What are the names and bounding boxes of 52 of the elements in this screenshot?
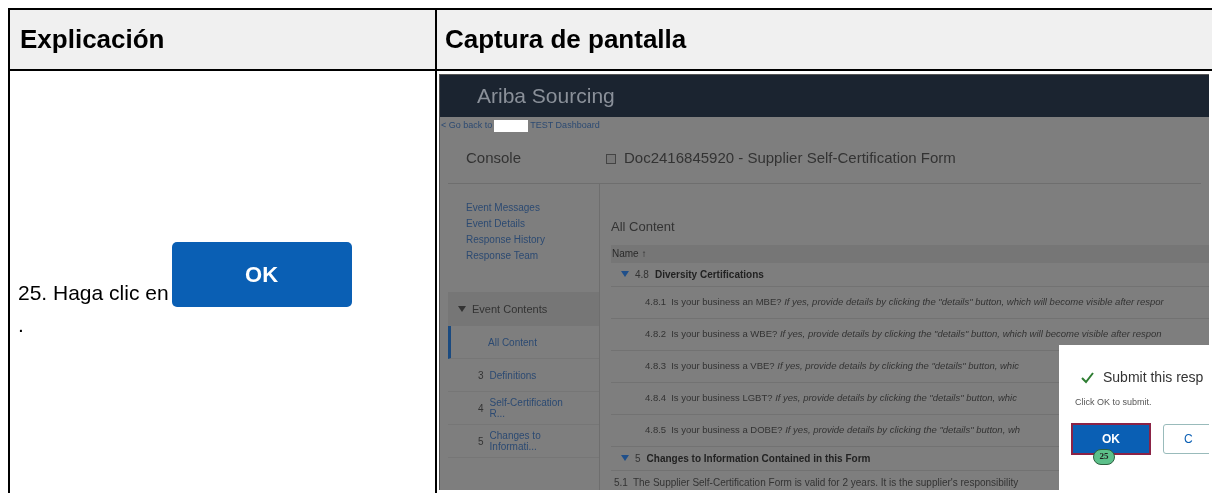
sidebar-link[interactable]: Event Messages [448,200,599,216]
document-title: Doc2416845920 - Supplier Self-Certification Form [624,148,956,169]
ok-button[interactable]: OK [171,241,352,307]
expanded-triangle-icon[interactable] [621,454,629,462]
expanded-triangle-icon[interactable] [621,270,629,278]
row-number: 4.8.3 [645,358,667,373]
column-header: Explicación [20,23,165,56]
item-label: All Content [488,336,538,348]
row-number: 4.8.5 [645,422,667,437]
step-text: 25. Haga clic en [18,280,169,307]
dialog-title: Submit this resp [1103,368,1204,387]
row-number: 5.1 [614,475,628,490]
item-label: Definitions [489,369,538,381]
back-link[interactable]: < Go back to [441,118,493,133]
column-header: Captura de pantalla [445,23,687,56]
back-link[interactable]: TEST Dashboard [530,118,600,133]
question-text: Is your business a DOBE? If yes, provide details by clicking the "details" button, wh [671,422,1021,437]
sidebar-link[interactable]: Response History [448,232,599,248]
row-number: 5 [635,451,641,466]
app-title: Ariba Sourcing [477,83,615,110]
paragraph-text: The Supplier Self-Certification Form is valid for 2 years. It is the supplier's responsibility [632,475,1019,490]
cancel-button[interactable]: C [1163,423,1209,454]
section-heading: Changes to Information Contained in this Form [646,451,871,466]
step-badge: 25 [1093,449,1115,465]
question-text: Is your business an MBE? If yes, provide details by clicking the "details" button, which will become visible after respor [671,294,1164,309]
item-number: 5 [478,434,484,449]
question-text: Is your business a WBE? If yes, provide details by clicking the "details" button, which will become visible after respon [671,326,1162,341]
expanded-triangle-icon[interactable] [458,305,466,313]
row-number: 4.8.2 [645,326,667,341]
document-icon [606,153,616,164]
step-period: . [18,311,24,338]
row-number: 4.8 [635,267,649,282]
item-number: 3 [478,368,484,383]
redaction-box [494,119,529,132]
sidebar-item[interactable]: All Content [448,326,599,359]
row-number: 4.8.1 [645,294,667,309]
question-text: Is your business LGBT? If yes, provide details by clicking the "details" button, whic [671,390,1017,405]
item-number: 4 [478,401,484,416]
sidebar-section-header[interactable]: Event Contents [448,292,599,326]
dialog-message: Click OK to submit. [1075,396,1152,409]
console-title: Console [465,148,523,169]
sidebar-item[interactable]: 3 Definitions [448,359,599,392]
sidebar-link[interactable]: Event Details [448,216,599,232]
row-number: 4.8.4 [645,390,667,405]
item-label: Self-Certification R... [489,397,564,419]
sidebar-link[interactable]: Response Team [448,248,599,264]
question-text: Is your business a VBE? If yes, provide details by clicking the "details" button, whic [671,358,1019,373]
section-heading: Diversity Certifications [654,267,764,282]
column-header-label[interactable]: Name ↑ [612,246,647,261]
check-icon [1081,371,1094,384]
item-label: Changes to Informati... [489,430,542,452]
section-title: All Content [611,218,676,236]
